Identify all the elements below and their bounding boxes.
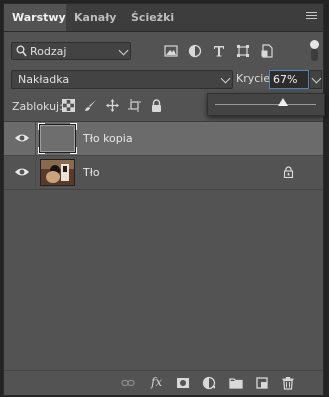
lock-artboard-icon[interactable] (128, 99, 141, 112)
layers-bottom-toolbar: fx (4, 370, 323, 395)
new-group-icon[interactable] (229, 376, 243, 390)
opacity-dropdown[interactable] (309, 70, 322, 89)
filter-toggle[interactable] (310, 40, 320, 62)
add-mask-icon[interactable] (176, 376, 190, 390)
new-adjustment-icon[interactable] (202, 376, 216, 390)
visibility-toggle[interactable] (4, 122, 36, 156)
chevron-down-icon (220, 73, 231, 84)
pixel-filter-icon[interactable] (164, 44, 178, 58)
layer-name[interactable]: Tło (83, 166, 100, 179)
opacity-slider-popup (207, 93, 325, 116)
lock-position-icon[interactable] (106, 99, 119, 112)
visibility-toggle[interactable] (4, 156, 36, 190)
tab-bar: Warstwy Kanały Ścieżki (4, 4, 323, 32)
layer-thumbnail[interactable] (38, 123, 77, 154)
lock-all-icon[interactable] (150, 99, 163, 112)
filter-kind-select[interactable]: Rodzaj (11, 42, 131, 60)
layers-panel: Warstwy Kanały Ścieżki Rodzaj Nakładka K… (3, 3, 325, 396)
filter-kind-label: Rodzaj (30, 45, 67, 58)
eye-icon (15, 168, 29, 176)
layer-name[interactable]: Tło kopia (83, 132, 133, 145)
lock-label: Zablokuj: (12, 100, 63, 113)
photo-thumbnail-image (41, 160, 74, 185)
eye-icon (15, 134, 29, 142)
search-icon (16, 45, 27, 57)
fx-icon[interactable]: fx (151, 375, 162, 389)
panel-menu-icon[interactable] (306, 12, 317, 21)
smart-object-filter-icon[interactable] (260, 44, 274, 58)
blend-mode-select[interactable]: Nakładka (11, 70, 233, 89)
lock-image-icon[interactable] (84, 99, 97, 112)
chevron-down-icon (118, 45, 129, 56)
layers-list: Tło kopia Tło (4, 122, 323, 374)
opacity-slider-track[interactable] (215, 104, 316, 105)
layer-row-tlo[interactable]: Tło (4, 156, 323, 190)
lock-transparent-icon[interactable] (62, 99, 75, 112)
blend-mode-value: Nakładka (18, 73, 70, 86)
opacity-value: 67% (273, 73, 298, 86)
new-layer-icon[interactable] (255, 376, 269, 390)
delete-layer-icon[interactable] (281, 376, 295, 390)
tab-layers[interactable]: Warstwy (4, 4, 66, 31)
opacity-slider-thumb[interactable] (277, 98, 288, 106)
tab-paths[interactable]: Ścieżki (123, 4, 182, 31)
type-filter-icon[interactable] (212, 44, 226, 58)
layer-row-tlo-kopia[interactable]: Tło kopia (4, 122, 323, 156)
opacity-input[interactable]: 67% (269, 70, 309, 89)
layer-thumbnail[interactable] (40, 159, 75, 186)
tab-channels[interactable]: Kanały (66, 4, 124, 31)
adjustment-filter-icon[interactable] (188, 44, 202, 58)
chevron-down-icon (311, 73, 322, 84)
link-layers-icon[interactable] (121, 376, 135, 390)
shape-filter-icon[interactable] (236, 44, 250, 58)
layer-lock-icon (283, 166, 294, 178)
